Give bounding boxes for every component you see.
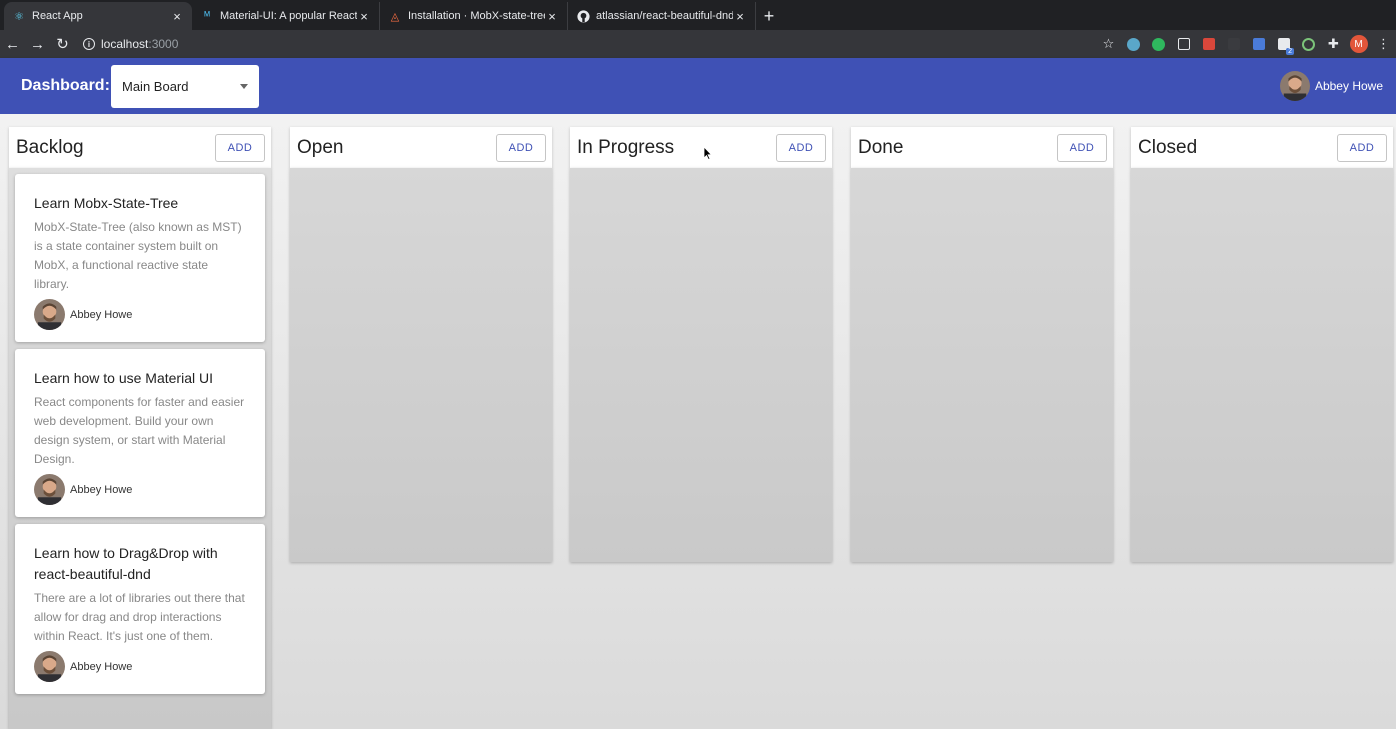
tab-title: Material-UI: A popular React UI [220,10,357,22]
column-title: Done [858,136,904,158]
extension-icon[interactable]: 2 [1271,30,1296,58]
assignee-name: Abbey Howe [70,483,133,496]
material-ui-icon: ᴹ [204,10,210,22]
extensions-area: ☆ 2 ✚ M ⋮ [1096,30,1396,58]
column-title: Closed [1138,136,1198,158]
extension-icon[interactable] [1171,30,1196,58]
column-backlog: Backlog ADD Learn Mobx-State-Tree MobX-S… [9,127,271,729]
browser-tab[interactable]: ᴹ Material-UI: A popular React UI × [192,2,380,30]
add-button[interactable]: ADD [496,133,546,162]
reload-icon[interactable]: ↻ [50,30,75,58]
column-title: Backlog [16,136,84,158]
tab-title: React App [32,10,83,22]
tab-title: Installation · MobX-state-tree [408,10,545,22]
extension-icon[interactable] [1196,30,1221,58]
dashboard-label: Dashboard: [21,77,110,94]
star-icon[interactable]: ☆ [1096,30,1121,58]
card-description: MobX-State-Tree (also known as MST) is a… [34,220,242,291]
column-header: In Progress ADD [570,127,832,168]
column-title: Open [297,136,344,158]
translate-icon[interactable] [1246,30,1271,58]
add-button[interactable]: ADD [1337,133,1387,162]
dropdown-arrow-icon [240,84,248,89]
column-closed: Closed ADD [1131,127,1393,562]
task-card[interactable]: Learn how to Drag&Drop with react-beauti… [15,524,265,694]
url-host: localhost [101,37,149,51]
column-drop-zone[interactable] [851,168,1113,562]
card-title: Learn how to use Material UI [34,370,213,386]
puzzle-icon[interactable]: ✚ [1321,30,1346,58]
card-assignee: Abbey Howe [34,651,246,682]
task-card[interactable]: Learn how to use Material UI React compo… [15,349,265,517]
forward-arrow-icon[interactable]: → [25,30,50,58]
close-icon[interactable]: × [545,9,559,24]
info-icon[interactable]: i [83,38,95,50]
extension-icon[interactable] [1296,30,1321,58]
browser-tab[interactable]: ⚛ React App × [4,2,192,30]
add-button[interactable]: ADD [215,133,265,162]
column-open: Open ADD [290,127,552,562]
extension-icon[interactable] [1121,30,1146,58]
task-card[interactable]: Learn Mobx-State-Tree MobX-State-Tree (a… [15,174,265,342]
column-done: Done ADD [851,127,1113,562]
react-icon: ⚛ [14,10,24,23]
extension-badge: 2 [1286,48,1294,55]
avatar [34,651,65,682]
column-in-progress: In Progress ADD [570,127,832,562]
close-icon[interactable]: × [733,9,747,24]
column-header: Backlog ADD [9,127,271,168]
avatar [34,474,65,505]
browser-tab[interactable]: atlassian/react-beautiful-dnd: × [568,2,756,30]
mobx-icon: ◬ [390,10,400,23]
browser-toolbar: ← → ↻ i localhost:3000 ☆ 2 ✚ M ⋮ [0,30,1396,58]
add-button[interactable]: ADD [776,133,826,162]
new-tab-button[interactable]: + [756,2,782,30]
close-icon[interactable]: × [357,9,371,24]
add-button[interactable]: ADD [1057,133,1107,162]
board-select[interactable]: Main Board [111,65,259,108]
column-header: Open ADD [290,127,552,168]
card-description: React components for faster and easier w… [34,395,245,466]
column-header: Done ADD [851,127,1113,168]
card-assignee: Abbey Howe [34,299,246,330]
board-select-value: Main Board [122,79,189,94]
close-icon[interactable]: × [170,9,184,24]
profile-avatar[interactable]: M [1346,30,1371,58]
column-drop-zone[interactable]: Learn Mobx-State-Tree MobX-State-Tree (a… [9,168,271,729]
assignee-name: Abbey Howe [70,308,133,321]
kanban-board: Backlog ADD Learn Mobx-State-Tree MobX-S… [0,114,1396,729]
card-description: There are a lot of libraries out there t… [34,591,245,643]
address-bar[interactable]: i localhost:3000 [83,37,178,51]
mouse-cursor-icon [703,146,713,160]
column-drop-zone[interactable] [1131,168,1393,562]
column-drop-zone[interactable] [570,168,832,562]
tab-title: atlassian/react-beautiful-dnd: [596,10,733,22]
github-icon [576,9,590,23]
extension-icon[interactable] [1221,30,1246,58]
column-title: In Progress [577,136,675,158]
avatar [1279,71,1310,101]
user-name: Abbey Howe [1314,79,1383,93]
app-bar: Dashboard: Main Board Abbey Howe [0,58,1396,114]
card-assignee: Abbey Howe [34,474,246,505]
column-header: Closed ADD [1131,127,1393,168]
column-drop-zone[interactable] [290,168,552,562]
card-title: Learn how to Drag&Drop with react-beauti… [34,545,218,582]
user-menu[interactable]: Abbey Howe [1279,71,1383,101]
back-arrow-icon[interactable]: ← [0,30,25,58]
extension-icon[interactable] [1146,30,1171,58]
assignee-name: Abbey Howe [70,660,133,673]
browser-tab[interactable]: ◬ Installation · MobX-state-tree × [380,2,568,30]
avatar [34,299,65,330]
menu-kebab-icon[interactable]: ⋮ [1371,30,1396,58]
url-port: :3000 [148,37,179,51]
browser-tab-bar: ⚛ React App × ᴹ Material-UI: A popular R… [0,0,1396,30]
card-title: Learn Mobx-State-Tree [34,195,179,211]
